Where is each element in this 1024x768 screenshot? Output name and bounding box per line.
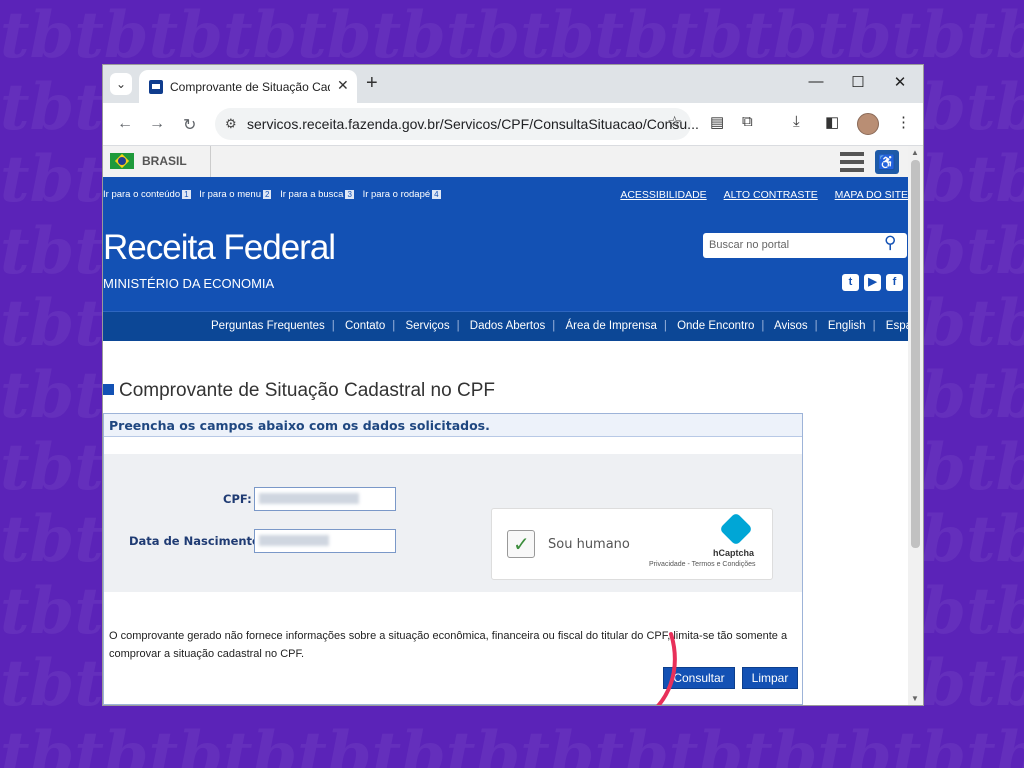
- form-header: Preencha os campos abaixo com os dados s…: [104, 414, 802, 437]
- menu-contact[interactable]: Contato: [345, 320, 385, 332]
- page-viewport: BRASIL ♿ Ir para o conteúdo 1 Ir para o m…: [103, 146, 908, 705]
- cpf-input[interactable]: ***.***.***-**: [254, 487, 396, 511]
- gov-bar: BRASIL ♿: [103, 146, 908, 178]
- high-contrast-link[interactable]: ALTO CONTRASTE: [724, 189, 818, 201]
- skip-link-content[interactable]: Ir para o conteúdo 1: [103, 189, 191, 200]
- accessibility-link[interactable]: ACESSIBILIDADE: [620, 189, 706, 201]
- active-tab[interactable]: Comprovante de Situação Cada ✕: [139, 70, 357, 103]
- reader-mode-icon[interactable]: ▤: [710, 113, 724, 131]
- search-icon[interactable]: ⚲: [884, 233, 896, 253]
- twitter-icon[interactable]: t: [842, 274, 859, 291]
- main-menu: Perguntas Frequentes | Contato | Serviços |…: [103, 311, 908, 341]
- form-header-text: Preencha os campos abaixo com os dados s…: [109, 418, 490, 433]
- url-text: servicos.receita.fazenda.gov.br/Servicos…: [247, 116, 699, 132]
- side-panel-icon[interactable]: ◧: [825, 113, 839, 131]
- new-tab-button[interactable]: +: [366, 72, 378, 95]
- browser-window: ⌄ Comprovante de Situação Cada ✕ + — ☐ ✕…: [102, 64, 924, 706]
- cpf-label: CPF:: [223, 492, 252, 506]
- skip-link-menu[interactable]: Ir para o menu 2: [199, 189, 272, 200]
- gov-country-label[interactable]: BRASIL: [142, 154, 187, 168]
- download-icon[interactable]: ⤓: [793, 113, 800, 130]
- notice-text: O comprovante gerado não fornece informa…: [109, 630, 788, 660]
- youtube-icon[interactable]: ▶: [864, 274, 881, 291]
- hcaptcha-widget: ✓ Sou humano hCaptcha Privacidade - Term…: [491, 508, 773, 580]
- hcaptcha-logo-icon: [719, 512, 753, 546]
- cpf-value-blurred: ***.***.***-**: [259, 493, 359, 504]
- birth-date-value-blurred: **/**/****: [259, 535, 329, 546]
- clear-button[interactable]: Limpar: [742, 667, 798, 689]
- extensions-icon[interactable]: ⧉: [742, 113, 753, 130]
- menu-press[interactable]: Área de Imprensa: [565, 320, 656, 332]
- tab-title: Comprovante de Situação Cada: [170, 80, 330, 94]
- scroll-down-icon[interactable]: ▼: [911, 694, 919, 703]
- skip-link-search[interactable]: Ir para a busca 3: [280, 189, 354, 200]
- skip-link-footer[interactable]: Ir para o rodapé 4: [363, 189, 441, 200]
- captcha-checkbox[interactable]: ✓: [507, 530, 535, 558]
- site-map-link[interactable]: MAPA DO SITE: [835, 189, 908, 201]
- menu-services[interactable]: Serviços: [405, 320, 449, 332]
- facebook-icon[interactable]: f: [886, 274, 903, 291]
- menu-faq[interactable]: Perguntas Frequentes: [211, 320, 325, 332]
- reload-button[interactable]: ↻: [183, 115, 196, 135]
- close-window-button[interactable]: ✕: [890, 73, 910, 91]
- portal-search-input[interactable]: Buscar no portal ⚲: [703, 233, 907, 258]
- scroll-thumb[interactable]: [911, 160, 920, 548]
- tab-bar: ⌄ Comprovante de Situação Cada ✕ + — ☐ ✕: [103, 65, 923, 103]
- back-button[interactable]: ←: [117, 115, 133, 133]
- menu-english[interactable]: English: [828, 320, 866, 332]
- minimize-button[interactable]: —: [806, 73, 826, 90]
- menu-spanish[interactable]: Español: [886, 320, 908, 332]
- browser-menu-icon[interactable]: ⋮: [896, 113, 911, 131]
- birth-date-label: Data de Nascimento:: [129, 534, 265, 548]
- birth-date-input[interactable]: **/**/****: [254, 529, 396, 553]
- maximize-button[interactable]: ☐: [848, 73, 868, 91]
- site-title[interactable]: Receita Federal: [103, 228, 336, 268]
- site-header: Ir para o conteúdo 1 Ir para o menu 2 Ir p…: [103, 177, 908, 311]
- omnibox[interactable]: ⚙ servicos.receita.fazenda.gov.br/Servic…: [215, 108, 699, 140]
- brazil-flag-icon: [110, 153, 134, 169]
- address-bar: ← → ↻ ⚙ servicos.receita.fazenda.gov.br/…: [103, 103, 923, 146]
- menu-open-data[interactable]: Dados Abertos: [470, 320, 545, 332]
- top-links: ACESSIBILIDADE ALTO CONTRASTE MAPA DO SI…: [606, 189, 908, 201]
- form-fields-area: CPF: ***.***.***-** Data de Nascimento: …: [104, 454, 802, 592]
- menu-where-find[interactable]: Onde Encontro: [677, 320, 754, 332]
- gov-divider: [210, 146, 211, 177]
- hamburger-menu-icon[interactable]: [840, 152, 864, 172]
- cpf-form: Preencha os campos abaixo com os dados s…: [103, 413, 803, 705]
- captcha-legal-links[interactable]: Privacidade - Termos e Condições: [649, 561, 755, 568]
- site-info-icon[interactable]: ⚙: [225, 116, 237, 132]
- captcha-brand: hCaptcha: [713, 548, 755, 558]
- accessibility-icon[interactable]: ♿: [875, 150, 899, 174]
- page-title: Comprovante de Situação Cadastral no CPF: [103, 380, 495, 402]
- site-subtitle: MINISTÉRIO DA ECONOMIA: [103, 276, 275, 291]
- forward-button[interactable]: →: [149, 115, 165, 133]
- search-placeholder: Buscar no portal: [709, 239, 790, 251]
- menu-notices[interactable]: Avisos: [774, 320, 808, 332]
- skip-links: Ir para o conteúdo 1 Ir para o menu 2 Ir p…: [103, 189, 447, 200]
- page-scrollbar[interactable]: ▲ ▼: [908, 146, 923, 705]
- checkmark-icon: ✓: [513, 534, 530, 556]
- scroll-up-icon[interactable]: ▲: [911, 148, 919, 157]
- tab-close-icon[interactable]: ✕: [337, 77, 349, 94]
- tab-list-button[interactable]: ⌄: [110, 73, 132, 95]
- annotation-arrow-icon: [656, 632, 677, 705]
- profile-avatar[interactable]: [857, 113, 879, 135]
- captcha-label: Sou humano: [548, 537, 630, 552]
- site-favicon-icon: [149, 80, 163, 94]
- bookmark-star-icon[interactable]: ☆: [667, 113, 682, 133]
